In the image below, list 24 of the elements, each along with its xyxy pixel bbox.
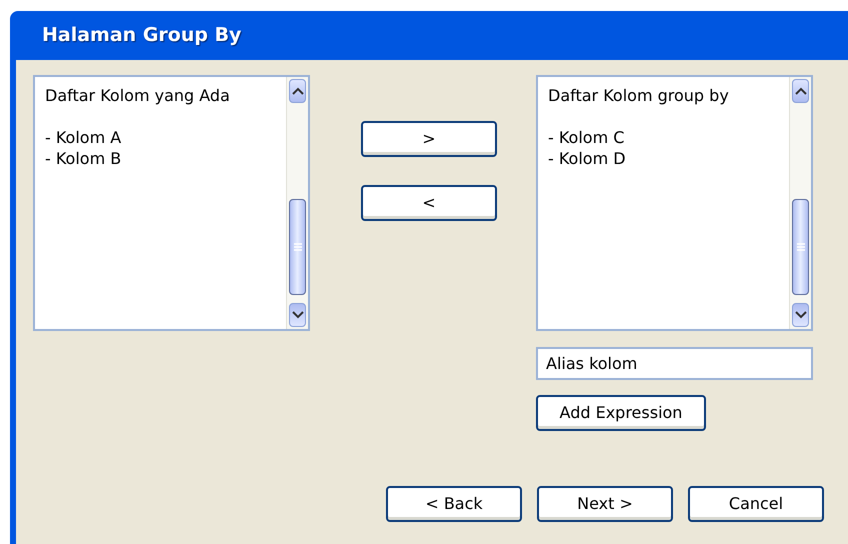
- footer-button[interactable]: < Back: [386, 486, 522, 522]
- scrollbar[interactable]: [789, 77, 811, 329]
- list-item[interactable]: - Kolom A: [45, 127, 286, 148]
- scroll-down-icon[interactable]: [289, 303, 306, 327]
- list-title: Daftar Kolom group by: [548, 85, 730, 106]
- list-item[interactable]: - Kolom B: [45, 148, 286, 169]
- list-title: Daftar Kolom yang Ada: [45, 85, 231, 106]
- list-item[interactable]: - Kolom C: [548, 127, 789, 148]
- scroll-thumb[interactable]: [792, 199, 809, 295]
- alias-field[interactable]: Alias kolom: [536, 347, 813, 380]
- list-item[interactable]: - Kolom D: [548, 148, 789, 169]
- scroll-thumb[interactable]: [289, 199, 306, 295]
- list-box[interactable]: Daftar Kolom group by - Kolom C - Kolom D: [536, 75, 813, 331]
- scroll-down-icon[interactable]: [792, 303, 809, 327]
- scroll-up-icon[interactable]: [792, 79, 809, 103]
- scrollbar[interactable]: [286, 77, 308, 329]
- move-button[interactable]: >: [361, 121, 497, 157]
- window-title: Halaman Group By: [42, 23, 242, 48]
- footer-button[interactable]: Cancel: [688, 486, 824, 522]
- scroll-up-icon[interactable]: [289, 79, 306, 103]
- footer-button[interactable]: Next >: [537, 486, 673, 522]
- add-expression-button[interactable]: Add Expression: [536, 395, 706, 431]
- move-button[interactable]: <: [361, 185, 497, 221]
- list-box[interactable]: Daftar Kolom yang Ada - Kolom A - Kolom B: [33, 75, 310, 331]
